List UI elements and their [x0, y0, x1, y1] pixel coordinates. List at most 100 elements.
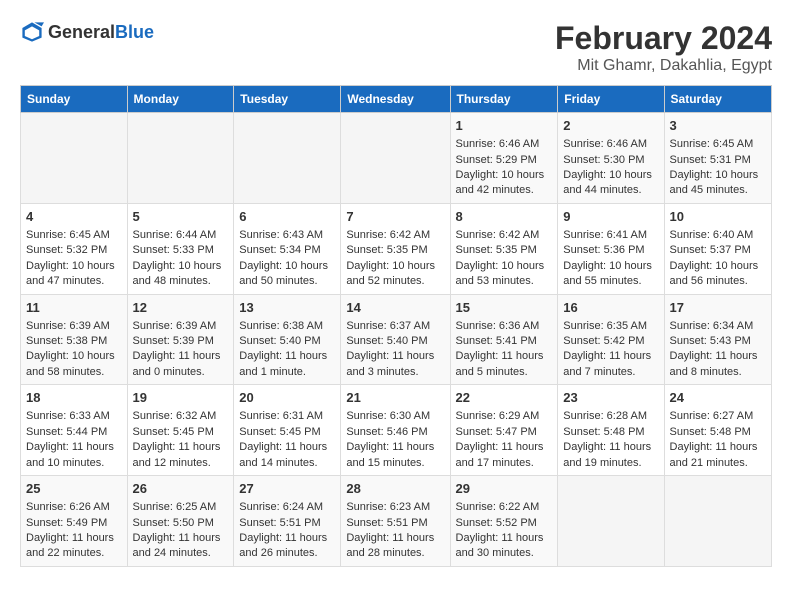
title-area: February 2024 Mit Ghamr, Dakahlia, Egypt — [555, 20, 772, 75]
day-number: 18 — [26, 389, 122, 407]
day-info: Sunset: 5:51 PM — [346, 516, 444, 531]
calendar-header-row: SundayMondayTuesdayWednesdayThursdayFrid… — [21, 86, 772, 113]
day-info: Sunset: 5:49 PM — [26, 516, 122, 531]
calendar-week-row: 18 Sunrise: 6:33 AMSunset: 5:44 PM Dayligh… — [21, 385, 772, 476]
day-number: 19 — [133, 389, 229, 407]
calendar-cell: 27Sunrise: 6:24 AMSunset: 5:51 PMDayligh… — [234, 476, 341, 567]
day-info: Daylight: 11 hours and 21 minutes. — [670, 440, 766, 471]
calendar-cell: 25Sunrise: 6:26 AMSunset: 5:49 PMDayligh… — [21, 476, 128, 567]
day-info: Daylight: 11 hours and 0 minutes. — [133, 349, 229, 380]
day-info: Daylight: 11 hours and 28 minutes. — [346, 531, 444, 562]
day-info: Sunrise: 6:46 AM — [563, 137, 658, 152]
logo-icon — [20, 20, 44, 44]
day-header-saturday: Saturday — [664, 86, 771, 113]
day-info: Sunrise: 6:35 AM — [563, 319, 658, 334]
day-number: 6 — [239, 208, 335, 226]
calendar-cell: 12Sunrise: 6:39 AMSunset: 5:39 PMDayligh… — [127, 294, 234, 385]
day-info: Daylight: 10 hours and 45 minutes. — [670, 168, 766, 199]
calendar-cell: 9Sunrise: 6:41 AMSunset: 5:36 PMDaylight… — [558, 203, 664, 294]
day-info: Sunset: 5:31 PM — [670, 153, 766, 168]
calendar-cell — [558, 476, 664, 567]
day-number: 28 — [346, 480, 444, 498]
calendar-cell — [341, 113, 450, 204]
day-info: Sunrise: 6:31 AM — [239, 409, 335, 424]
calendar-cell: 7 Sunrise: 6:42 AMSunset: 5:35 PMDaylight… — [341, 203, 450, 294]
day-info: Daylight: 11 hours and 26 minutes. — [239, 531, 335, 562]
calendar-cell: 15Sunrise: 6:36 AMSunset: 5:41 PMDayligh… — [450, 294, 558, 385]
calendar-week-row: 25Sunrise: 6:26 AMSunset: 5:49 PMDayligh… — [21, 476, 772, 567]
day-info: Sunset: 5:48 PM — [563, 425, 658, 440]
calendar-table: SundayMondayTuesdayWednesdayThursdayFrid… — [20, 85, 772, 567]
day-info: Sunrise: 6:45 AM — [670, 137, 766, 152]
calendar-cell: 5Sunrise: 6:44 AMSunset: 5:33 PMDaylight… — [127, 203, 234, 294]
calendar-cell: 28 Sunrise: 6:23 AMSunset: 5:51 PMDayligh… — [341, 476, 450, 567]
day-info: Sunset: 5:47 PM — [456, 425, 553, 440]
day-info: Daylight: 10 hours and 58 minutes. — [26, 349, 122, 380]
day-number: 7 — [346, 208, 444, 226]
day-info: Sunrise: 6:28 AM — [563, 409, 658, 424]
day-info: Sunrise: 6:33 AM — [26, 409, 122, 424]
day-number: 21 — [346, 389, 444, 407]
day-number: 20 — [239, 389, 335, 407]
day-info: Sunrise: 6:39 AM — [133, 319, 229, 334]
day-info: Sunrise: 6:25 AM — [133, 500, 229, 515]
day-number: 29 — [456, 480, 553, 498]
day-number: 5 — [133, 208, 229, 226]
day-number: 13 — [239, 299, 335, 317]
day-info: Sunset: 5:37 PM — [670, 243, 766, 258]
day-info: Sunrise: 6:24 AM — [239, 500, 335, 515]
day-info: Sunrise: 6:42 AM — [346, 228, 444, 243]
page-header: GeneralBlue February 2024 Mit Ghamr, Dak… — [20, 20, 772, 75]
day-info: Sunset: 5:46 PM — [346, 425, 444, 440]
day-info: Sunset: 5:40 PM — [346, 334, 444, 349]
day-info: Sunset: 5:42 PM — [563, 334, 658, 349]
calendar-cell: 21Sunrise: 6:30 AMSunset: 5:46 PMDayligh… — [341, 385, 450, 476]
day-info: Sunrise: 6:39 AM — [26, 319, 122, 334]
day-number: 11 — [26, 299, 122, 317]
day-header-sunday: Sunday — [21, 86, 128, 113]
day-info: Sunset: 5:52 PM — [456, 516, 553, 531]
day-info: Sunset: 5:45 PM — [133, 425, 229, 440]
day-info: Daylight: 11 hours and 1 minute. — [239, 349, 335, 380]
day-info: Sunset: 5:41 PM — [456, 334, 553, 349]
day-number: 25 — [26, 480, 122, 498]
day-info: Sunrise: 6:23 AM — [346, 500, 444, 515]
calendar-cell: 16Sunrise: 6:35 AMSunset: 5:42 PMDayligh… — [558, 294, 664, 385]
day-info: Sunset: 5:44 PM — [26, 425, 122, 440]
day-number: 17 — [670, 299, 766, 317]
day-info: Daylight: 11 hours and 17 minutes. — [456, 440, 553, 471]
day-number: 27 — [239, 480, 335, 498]
day-info: Daylight: 10 hours and 47 minutes. — [26, 259, 122, 290]
day-number: 24 — [670, 389, 766, 407]
day-number: 1 — [456, 117, 553, 135]
calendar-week-row: 1Sunrise: 6:46 AMSunset: 5:29 PMDaylight… — [21, 113, 772, 204]
day-info: Sunset: 5:39 PM — [133, 334, 229, 349]
day-header-friday: Friday — [558, 86, 664, 113]
calendar-cell — [234, 113, 341, 204]
day-info: Sunrise: 6:30 AM — [346, 409, 444, 424]
day-info: Sunset: 5:32 PM — [26, 243, 122, 258]
day-info: Sunrise: 6:34 AM — [670, 319, 766, 334]
calendar-cell: 22Sunrise: 6:29 AMSunset: 5:47 PMDayligh… — [450, 385, 558, 476]
day-info: Sunset: 5:50 PM — [133, 516, 229, 531]
day-info: Daylight: 10 hours and 52 minutes. — [346, 259, 444, 290]
day-number: 4 — [26, 208, 122, 226]
calendar-cell: 14Sunrise: 6:37 AMSunset: 5:40 PMDayligh… — [341, 294, 450, 385]
day-info: Sunset: 5:36 PM — [563, 243, 658, 258]
calendar-cell: 10Sunrise: 6:40 AMSunset: 5:37 PMDayligh… — [664, 203, 771, 294]
day-number: 8 — [456, 208, 553, 226]
day-info: Sunrise: 6:43 AM — [239, 228, 335, 243]
day-info: Sunrise: 6:40 AM — [670, 228, 766, 243]
calendar-week-row: 4Sunrise: 6:45 AMSunset: 5:32 PMDaylight… — [21, 203, 772, 294]
day-info: Sunrise: 6:38 AM — [239, 319, 335, 334]
day-number: 16 — [563, 299, 658, 317]
logo-blue: Blue — [115, 22, 154, 42]
day-header-thursday: Thursday — [450, 86, 558, 113]
day-info: Sunrise: 6:22 AM — [456, 500, 553, 515]
calendar-cell: 17Sunrise: 6:34 AMSunset: 5:43 PMDayligh… — [664, 294, 771, 385]
day-info: Sunrise: 6:45 AM — [26, 228, 122, 243]
calendar-cell — [664, 476, 771, 567]
day-info: Sunset: 5:35 PM — [346, 243, 444, 258]
day-info: Sunrise: 6:44 AM — [133, 228, 229, 243]
location-subtitle: Mit Ghamr, Dakahlia, Egypt — [555, 57, 772, 75]
